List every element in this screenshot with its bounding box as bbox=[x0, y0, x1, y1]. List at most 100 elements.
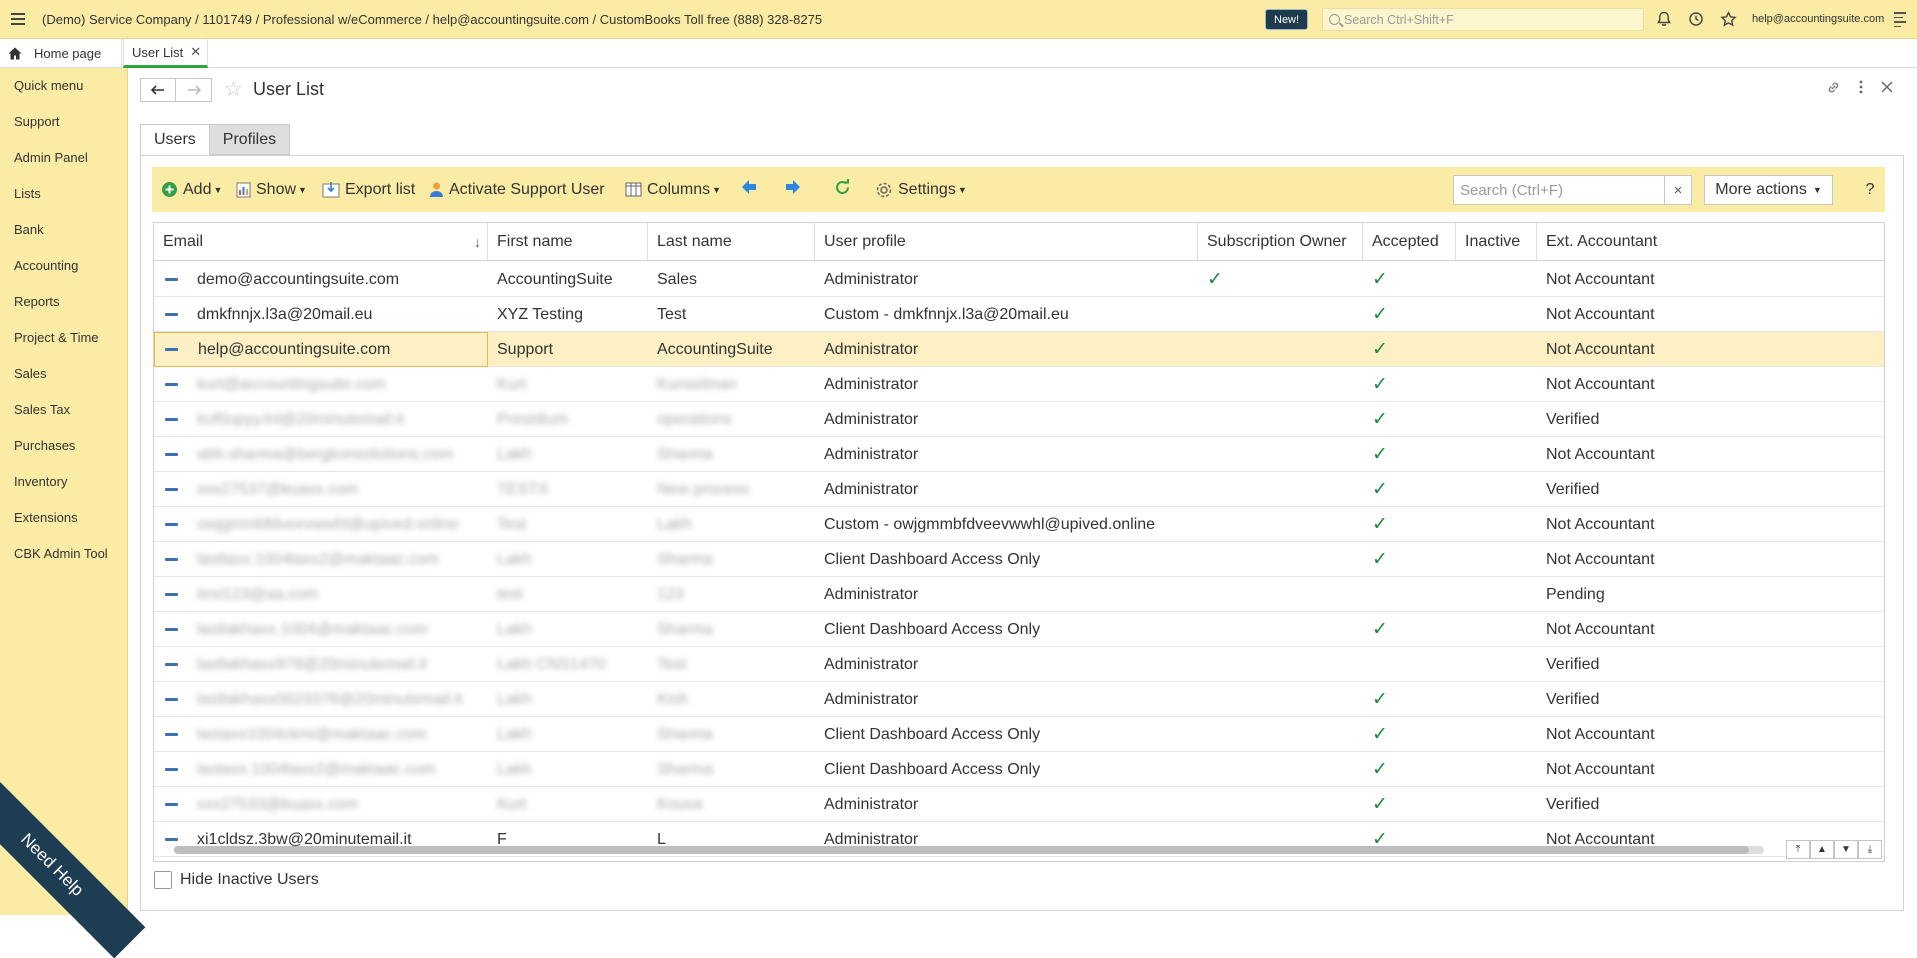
col-subscription-owner[interactable]: Subscription Owner bbox=[1198, 223, 1363, 261]
cell-ext-container[interactable]: Not Accountant bbox=[1537, 262, 1884, 297]
cell-profile-container[interactable]: Administrator bbox=[815, 332, 1198, 367]
cell-first-container[interactable]: Lakh CNS1470 bbox=[488, 647, 648, 682]
scrollbar-thumb[interactable] bbox=[174, 846, 1749, 854]
sidebar-item-quick-menu[interactable]: Quick menu bbox=[14, 78, 83, 93]
show-button[interactable]: Show ▼ bbox=[236, 167, 307, 212]
sidebar-item-purchases[interactable]: Purchases bbox=[14, 438, 75, 453]
cell-last-container[interactable]: Test bbox=[648, 297, 815, 332]
cell-ext-container[interactable]: Verified bbox=[1537, 402, 1884, 437]
cell-ext-container[interactable]: Not Accountant bbox=[1537, 332, 1884, 367]
sidebar-item-extensions[interactable]: Extensions bbox=[14, 510, 78, 525]
activate-support-user-button[interactable]: Activate Support User bbox=[429, 167, 605, 212]
sidebar-item-support[interactable]: Support bbox=[14, 114, 60, 129]
cell-inactive-container[interactable] bbox=[1456, 402, 1537, 437]
cell-profile-container[interactable]: Administrator bbox=[815, 682, 1198, 717]
cell-accepted-container[interactable]: ✓ bbox=[1363, 262, 1456, 297]
cell-email-container[interactable]: kuf0upyy.lnl@20minutemail.it bbox=[188, 402, 488, 437]
help-button[interactable]: ? bbox=[1860, 175, 1880, 205]
sidebar-item-reports[interactable]: Reports bbox=[14, 294, 60, 309]
cell-first-container[interactable]: Support bbox=[488, 332, 648, 367]
more-menu-icon[interactable] bbox=[1894, 12, 1906, 27]
cell-owner-container[interactable] bbox=[1198, 577, 1363, 612]
cell-owner-container[interactable] bbox=[1198, 647, 1363, 682]
cell-last-container[interactable]: Sharma bbox=[648, 612, 815, 647]
cell-last-container[interactable]: Lakh bbox=[648, 507, 815, 542]
cell-first-container[interactable]: TESTX bbox=[488, 472, 648, 507]
cell-owner-container[interactable] bbox=[1198, 612, 1363, 647]
move-down-button[interactable] bbox=[785, 167, 801, 212]
cell-first-container[interactable]: Kurt bbox=[488, 787, 648, 822]
sidebar-item-cbk-admin-tool[interactable]: CBK Admin Tool bbox=[14, 546, 108, 561]
cell-email-container[interactable]: lastaxx1004ckmi@maktaac.com bbox=[188, 717, 488, 752]
cell-accepted-container[interactable]: ✓ bbox=[1363, 787, 1456, 822]
scroll-top-button[interactable]: ⤒ bbox=[1786, 840, 1810, 859]
cell-email-container[interactable]: owjgmmbfdveevwwhl@upived.online bbox=[188, 507, 488, 542]
cell-email-container[interactable]: help@accountingsuite.com bbox=[154, 332, 488, 367]
table-row[interactable]: lastlakhaxx.1004@maktaac.com Lakh Sharma Cl… bbox=[154, 612, 1884, 647]
columns-button[interactable]: Columns ▼ bbox=[625, 167, 721, 212]
cell-email-container[interactable]: lastlaxx.1004laxx2@maktaac.com bbox=[188, 542, 488, 577]
cell-owner-container[interactable] bbox=[1198, 542, 1363, 577]
table-row[interactable]: lastlakhaxx978@20minutemail.it Lakh CNS14… bbox=[154, 647, 1884, 682]
cell-profile-container[interactable]: Administrator bbox=[815, 262, 1198, 297]
list-search-input[interactable]: Search (Ctrl+F) bbox=[1453, 175, 1665, 205]
cell-inactive-container[interactable] bbox=[1456, 297, 1537, 332]
global-search-input[interactable]: Search Ctrl+Shift+F bbox=[1322, 8, 1644, 31]
cell-owner-container[interactable]: ✓ bbox=[1198, 262, 1363, 297]
cell-first-container[interactable]: Test bbox=[488, 507, 648, 542]
cell-last-container[interactable]: Sharma bbox=[648, 717, 815, 752]
main-menu-icon[interactable] bbox=[0, 0, 36, 39]
cell-email-container[interactable]: lastaxx.1004laxx2@maktaac.com bbox=[188, 752, 488, 787]
cell-last-container[interactable]: Kunselman bbox=[648, 367, 815, 402]
cell-owner-container[interactable] bbox=[1198, 437, 1363, 472]
cell-profile-container[interactable]: Administrator bbox=[815, 647, 1198, 682]
cell-last-container[interactable]: Kish bbox=[648, 682, 815, 717]
cell-accepted-container[interactable]: ✓ bbox=[1363, 507, 1456, 542]
history-icon[interactable] bbox=[1686, 9, 1706, 29]
cell-email-container[interactable]: abh.sharma@bergkonsolutions.com bbox=[188, 437, 488, 472]
col-first-name[interactable]: First name bbox=[488, 223, 648, 261]
checkbox[interactable] bbox=[154, 871, 172, 889]
table-row[interactable]: lastaxx.1004laxx2@maktaac.com Lakh Sharma C… bbox=[154, 752, 1884, 787]
new-badge[interactable]: New! bbox=[1265, 9, 1309, 30]
cell-email-container[interactable]: dmkfnnjx.l3a@20mail.eu bbox=[188, 297, 488, 332]
sidebar-item-sales[interactable]: Sales bbox=[14, 366, 47, 381]
sidebar-item-lists[interactable]: Lists bbox=[14, 186, 41, 201]
cell-first-container[interactable]: Kurt bbox=[488, 367, 648, 402]
cell-email-container[interactable]: lastlakhaxx0023378@20minutemail.it bbox=[188, 682, 488, 717]
cell-owner-container[interactable] bbox=[1198, 787, 1363, 822]
cell-accepted-container[interactable]: ✓ bbox=[1363, 612, 1456, 647]
refresh-button[interactable] bbox=[834, 167, 851, 212]
cell-owner-container[interactable] bbox=[1198, 717, 1363, 752]
cell-ext-container[interactable]: Not Accountant bbox=[1537, 752, 1884, 787]
col-last-name[interactable]: Last name bbox=[648, 223, 815, 261]
cell-last-container[interactable]: Sales bbox=[648, 262, 815, 297]
cell-last-container[interactable]: Test bbox=[648, 647, 815, 682]
cell-accepted-container[interactable] bbox=[1363, 647, 1456, 682]
favorite-star-icon[interactable]: ☆ bbox=[224, 78, 243, 102]
cell-profile-container[interactable]: Client Dashboard Access Only bbox=[815, 717, 1198, 752]
cell-email-container[interactable]: test123@aa.com bbox=[188, 577, 488, 612]
cell-profile-container[interactable]: Client Dashboard Access Only bbox=[815, 542, 1198, 577]
hide-inactive-checkbox[interactable]: Hide Inactive Users bbox=[154, 871, 319, 889]
cell-accepted-container[interactable]: ✓ bbox=[1363, 717, 1456, 752]
current-user[interactable]: help@accountingsuite.com bbox=[1752, 13, 1884, 25]
cell-last-container[interactable]: Sharma bbox=[648, 752, 815, 787]
cell-email-container[interactable]: xxx27537@kuaxx.com bbox=[188, 472, 488, 507]
cell-profile-container[interactable]: Administrator bbox=[815, 402, 1198, 437]
cell-ext-container[interactable]: Pending bbox=[1537, 577, 1884, 612]
cell-inactive-container[interactable] bbox=[1456, 682, 1537, 717]
cell-first-container[interactable]: Lakh bbox=[488, 612, 648, 647]
more-options-icon[interactable] bbox=[1859, 80, 1863, 98]
cell-accepted-container[interactable]: ✓ bbox=[1363, 682, 1456, 717]
export-list-button[interactable]: Export list bbox=[322, 167, 415, 212]
close-icon[interactable] bbox=[1881, 80, 1893, 98]
cell-ext-container[interactable]: Verified bbox=[1537, 647, 1884, 682]
favorites-star-icon[interactable] bbox=[1718, 9, 1738, 29]
table-row[interactable]: kuf0upyy.lnl@20minutemail.it Presidium ope… bbox=[154, 402, 1884, 437]
cell-owner-container[interactable] bbox=[1198, 472, 1363, 507]
cell-profile-container[interactable]: Administrator bbox=[815, 787, 1198, 822]
cell-email-container[interactable]: lastlakhaxx.1004@maktaac.com bbox=[188, 612, 488, 647]
cell-ext-container[interactable]: Not Accountant bbox=[1537, 367, 1884, 402]
cell-inactive-container[interactable] bbox=[1456, 262, 1537, 297]
